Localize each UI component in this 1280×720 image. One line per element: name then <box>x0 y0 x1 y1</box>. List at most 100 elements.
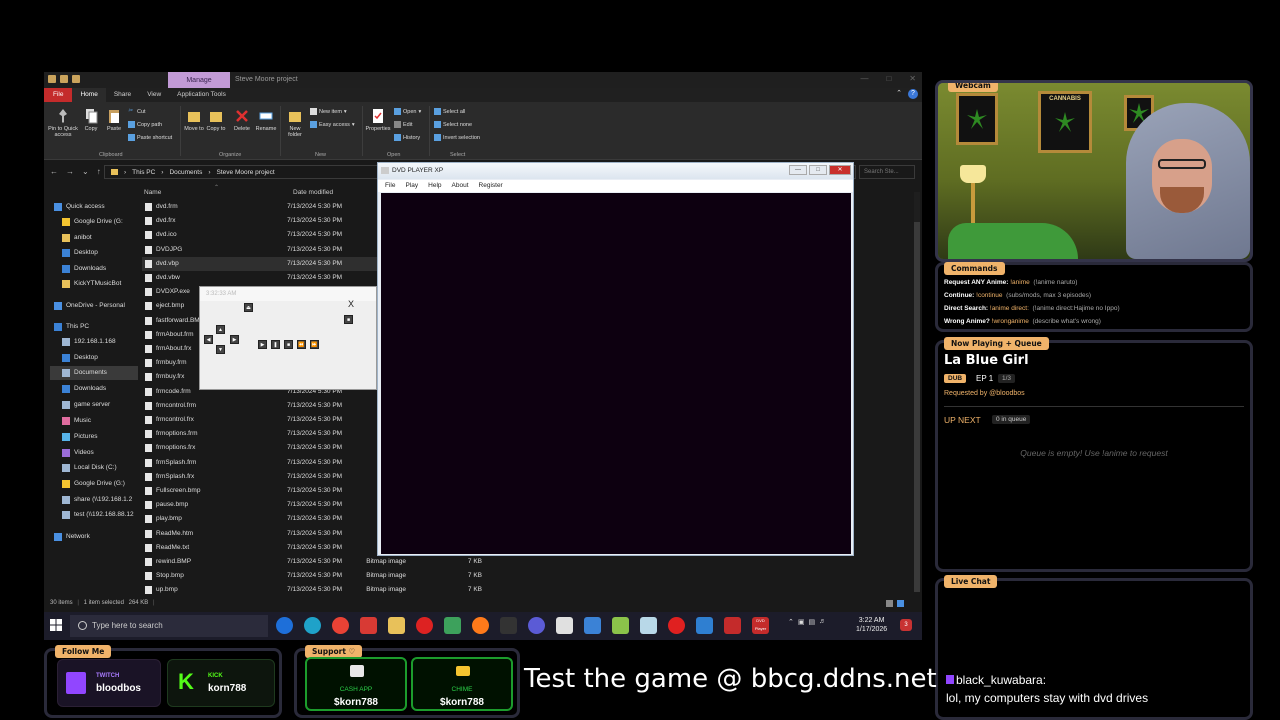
refresh-app-icon[interactable] <box>276 617 293 634</box>
rename-button[interactable]: Rename <box>255 108 277 132</box>
file-row[interactable]: Stop.bmp 7/13/2024 5:30 PM Bitmap image 7 K… <box>142 569 482 583</box>
chevron-up-icon[interactable]: ⌃ <box>788 618 794 626</box>
breadcrumb-documents[interactable]: Documents <box>169 169 202 176</box>
nav-item[interactable]: Google Drive (G:) <box>50 477 138 491</box>
notification-icon[interactable]: 3 <box>900 619 912 631</box>
details-view-icon[interactable] <box>886 600 893 607</box>
delete-button[interactable]: Delete <box>231 108 253 132</box>
menu-file[interactable]: File <box>385 180 395 192</box>
properties-button[interactable]: Properties <box>364 108 392 132</box>
nav-item[interactable]: Network <box>50 530 138 544</box>
menu-register[interactable]: Register <box>479 180 503 192</box>
eject-button[interactable]: ⏏ <box>244 303 253 312</box>
nav-item[interactable]: Downloads <box>50 382 138 396</box>
file-row[interactable]: rewind.BMP 7/13/2024 5:30 PM Bitmap image 7… <box>142 555 482 569</box>
nav-item[interactable]: Pictures <box>50 430 138 444</box>
nav-item[interactable]: Videos <box>50 446 138 460</box>
scrollbar-thumb[interactable] <box>914 222 920 592</box>
nav-item[interactable]: This PC <box>50 320 138 334</box>
media-player-icon[interactable] <box>528 617 545 634</box>
spreadsheet-app-icon[interactable] <box>444 617 461 634</box>
stop-button[interactable]: ■ <box>284 340 293 349</box>
nav-item[interactable]: anibot <box>50 231 138 245</box>
menu-play[interactable]: Play <box>405 180 418 192</box>
menu-help[interactable]: Help <box>428 180 441 192</box>
cashapp-link[interactable]: CASH APP $korn788 <box>305 657 407 711</box>
file-explorer-icon[interactable] <box>388 617 405 634</box>
breadcrumb-project[interactable]: Steve Moore project <box>217 169 275 176</box>
pause-button[interactable]: ❚ <box>271 340 280 349</box>
tiles-view-icon[interactable] <box>897 600 904 607</box>
invert-selection-button[interactable]: Invert selection <box>434 134 480 141</box>
volume-tray-icon[interactable]: ♬ <box>819 618 826 626</box>
dvd-video-screen[interactable] <box>381 193 851 554</box>
explorer-title-bar[interactable]: Manage Steve Moore project — □ ✕ <box>44 72 922 88</box>
pin-quick-access-button[interactable]: Pin to Quick access <box>46 108 80 138</box>
taskbar-clock[interactable]: 3:22 AM 1/17/2026 <box>856 616 887 634</box>
paste-shortcut-button[interactable]: Paste shortcut <box>128 134 172 141</box>
new-folder-icon[interactable] <box>72 75 80 83</box>
copy-to-button[interactable]: Copy to <box>206 108 226 132</box>
select-all-button[interactable]: Select all <box>434 108 465 115</box>
network-tray-icon[interactable]: ▤ <box>809 618 816 626</box>
history-button[interactable]: History <box>394 134 420 141</box>
nav-item[interactable]: game server <box>50 398 138 412</box>
back-arrow-icon[interactable]: ← <box>50 167 58 176</box>
minimize-icon[interactable]: — <box>860 74 868 83</box>
terminal-icon[interactable] <box>500 617 517 634</box>
chime-link[interactable]: CHIME $korn788 <box>411 657 513 711</box>
manage-context-tab[interactable]: Manage <box>168 72 230 88</box>
nav-item[interactable]: Music <box>50 414 138 428</box>
column-header-date[interactable]: Date modified <box>293 189 333 196</box>
nav-item[interactable]: Quick access <box>50 200 138 214</box>
video-app-icon[interactable] <box>360 617 377 634</box>
quick-access-toolbar[interactable] <box>48 75 108 85</box>
window-app-icon[interactable] <box>556 617 573 634</box>
blue-app-icon[interactable] <box>584 617 601 634</box>
firefox-browser-icon[interactable] <box>472 617 489 634</box>
help-icon[interactable]: ? <box>908 89 918 99</box>
open-button[interactable]: Open ▾ <box>394 108 421 115</box>
tab-share[interactable]: Share <box>106 88 139 102</box>
copy-button[interactable]: Copy <box>82 108 100 132</box>
nav-item[interactable]: Desktop <box>50 351 138 365</box>
tab-home[interactable]: Home <box>72 88 106 102</box>
up-button[interactable]: ▲ <box>216 325 225 334</box>
nav-item[interactable]: share (\\192.168.1.2 <box>50 493 138 507</box>
kick-link[interactable]: K KICK korn788 <box>167 659 275 707</box>
red-circle-app-icon[interactable] <box>668 617 685 634</box>
new-folder-button[interactable]: New folder <box>284 108 306 138</box>
nav-item[interactable]: Google Drive (G: <box>50 215 138 229</box>
red-app-icon[interactable] <box>724 617 741 634</box>
edit-button[interactable]: Edit <box>394 121 412 128</box>
vertical-scrollbar[interactable] <box>914 192 920 592</box>
new-item-button[interactable]: New item ▾ <box>310 108 347 115</box>
nav-item[interactable]: test (\\192.168.88.12 <box>50 508 138 522</box>
select-none-button[interactable]: Select none <box>434 121 472 128</box>
edge-browser-icon[interactable] <box>304 617 321 634</box>
notepad-plus-icon[interactable] <box>612 617 629 634</box>
nav-item[interactable]: OneDrive - Personal <box>50 299 138 313</box>
column-header-name[interactable]: Name <box>144 189 161 196</box>
chevron-up-icon[interactable]: ⌃ <box>896 89 902 99</box>
menu-about[interactable]: About <box>452 180 469 192</box>
fullscreen-button[interactable]: ■ <box>344 315 353 324</box>
nav-item[interactable]: Documents <box>50 366 138 380</box>
play-button[interactable]: ▶ <box>258 340 267 349</box>
fast-forward-button[interactable]: ⏩ <box>310 340 319 349</box>
camera-tray-icon[interactable]: ▣ <box>798 618 805 626</box>
nav-item[interactable]: 192.168.1.168 <box>50 335 138 349</box>
properties-icon[interactable] <box>60 75 68 83</box>
tab-view[interactable]: View <box>139 88 169 102</box>
left-button[interactable]: ◀ <box>204 335 213 344</box>
close-icon[interactable]: ✕ <box>909 74 916 83</box>
file-row[interactable]: up.bmp 7/13/2024 5:30 PM Bitmap image 7 KB <box>142 583 482 597</box>
chevron-down-icon[interactable]: ⌄ <box>82 167 89 176</box>
dvd-title-bar[interactable]: DVD PLAYER XP — □ ✕ <box>378 163 853 179</box>
breadcrumb-this-pc[interactable]: This PC <box>132 169 155 176</box>
chrome-browser-icon[interactable] <box>332 617 349 634</box>
nav-item[interactable]: Desktop <box>50 246 138 260</box>
search-input[interactable]: Search Ste... <box>859 165 915 179</box>
minimize-icon[interactable]: — <box>789 165 807 175</box>
down-button[interactable]: ▼ <box>216 345 225 354</box>
